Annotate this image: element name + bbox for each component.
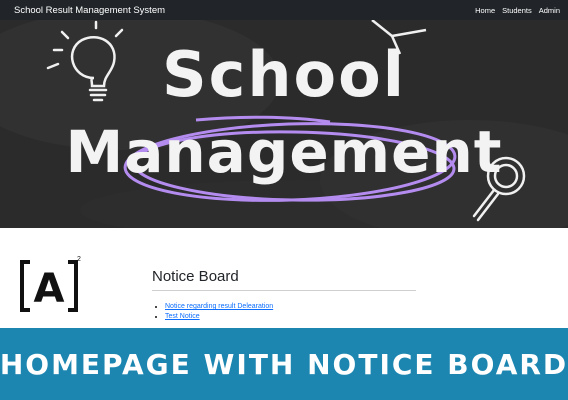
hero-title-line-1: School bbox=[162, 38, 406, 111]
notice-divider bbox=[152, 290, 416, 291]
nav-link-admin[interactable]: Admin bbox=[539, 6, 560, 15]
caption-banner: HOMEPAGE WITH NOTICE BOARD bbox=[0, 328, 568, 400]
notice-link-result-declaration[interactable]: Notice regarding result Delearation bbox=[165, 303, 273, 310]
nav-link-students[interactable]: Students bbox=[502, 6, 532, 15]
hero-title-line-2: Management bbox=[65, 118, 503, 186]
top-navbar: School Result Management System Home Stu… bbox=[0, 0, 568, 20]
hero-banner-image: School Management bbox=[0, 20, 568, 228]
list-item: Test Notice bbox=[165, 312, 273, 322]
nav-link-home[interactable]: Home bbox=[475, 6, 495, 15]
list-item: Notice regarding result Delearation bbox=[165, 302, 273, 312]
caption-text: HOMEPAGE WITH NOTICE BOARD bbox=[0, 347, 568, 381]
logo-mark: A bbox=[20, 260, 78, 312]
notice-link-test-notice[interactable]: Test Notice bbox=[165, 313, 200, 320]
logo-letter: A bbox=[34, 266, 65, 312]
logo-superscript: 2 bbox=[77, 256, 81, 263]
logo: A bbox=[20, 258, 84, 314]
notice-board-heading: Notice Board bbox=[152, 268, 239, 285]
notice-list: Notice regarding result Delearation Test… bbox=[152, 302, 273, 322]
navbar-brand[interactable]: School Result Management System bbox=[14, 5, 165, 16]
nav-links: Home Students Admin bbox=[475, 6, 560, 15]
